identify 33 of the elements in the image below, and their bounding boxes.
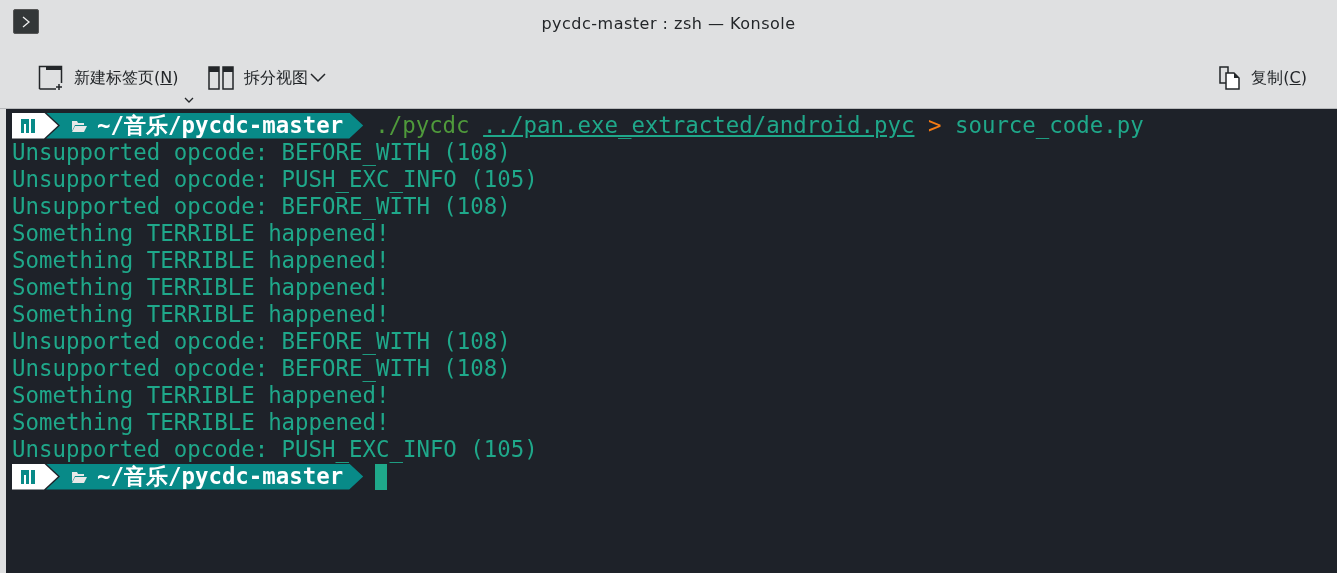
output-line: Something TERRIBLE happened! <box>12 301 390 328</box>
output-line: Something TERRIBLE happened! <box>12 274 390 301</box>
split-view-icon <box>208 65 235 90</box>
logo-icon <box>21 118 35 133</box>
output-line: Something TERRIBLE happened! <box>12 382 390 409</box>
chevron-icon <box>20 14 32 29</box>
terminal-menu-button[interactable] <box>13 9 39 34</box>
new-tab-icon <box>38 64 64 91</box>
output-line: Unsupported opcode: PUSH_EXC_INFO (105) <box>12 166 538 193</box>
command-path: ../pan.exe_extracted/android.pyc <box>483 112 915 139</box>
caret-icon[interactable] <box>310 72 327 83</box>
prompt-path: ~/音乐/pycdc-master <box>97 112 344 139</box>
command-argument: source_code.py <box>954 112 1144 139</box>
output-line: Something TERRIBLE happened! <box>12 247 390 274</box>
copy-button[interactable]: 复制(C) <box>1213 61 1313 94</box>
split-view-button[interactable]: 拆分视图 <box>202 61 333 94</box>
window-title: pycdc-master : zsh — Konsole <box>541 12 796 35</box>
logo-icon <box>21 469 35 484</box>
command-program: ./pycdc <box>375 112 470 139</box>
output-line: Something TERRIBLE happened! <box>12 409 390 436</box>
caret-icon[interactable] <box>184 96 195 103</box>
command-operator: > <box>927 112 942 139</box>
output-line: Unsupported opcode: BEFORE_WITH (108) <box>12 355 511 382</box>
output-line: Unsupported opcode: BEFORE_WITH (108) <box>12 193 511 220</box>
output-line: Something TERRIBLE happened! <box>12 220 390 247</box>
copy-icon <box>1219 65 1242 90</box>
prompt-path: ~/音乐/pycdc-master <box>97 463 344 490</box>
folder-icon <box>72 119 87 132</box>
new-tab-button[interactable]: 新建标签页(N) <box>32 60 185 95</box>
folder-icon <box>72 470 87 483</box>
output-line: Unsupported opcode: PUSH_EXC_INFO (105) <box>12 436 538 463</box>
output-line: Unsupported opcode: BEFORE_WITH (108) <box>12 139 511 166</box>
output-line: Unsupported opcode: BEFORE_WITH (108) <box>12 328 511 355</box>
